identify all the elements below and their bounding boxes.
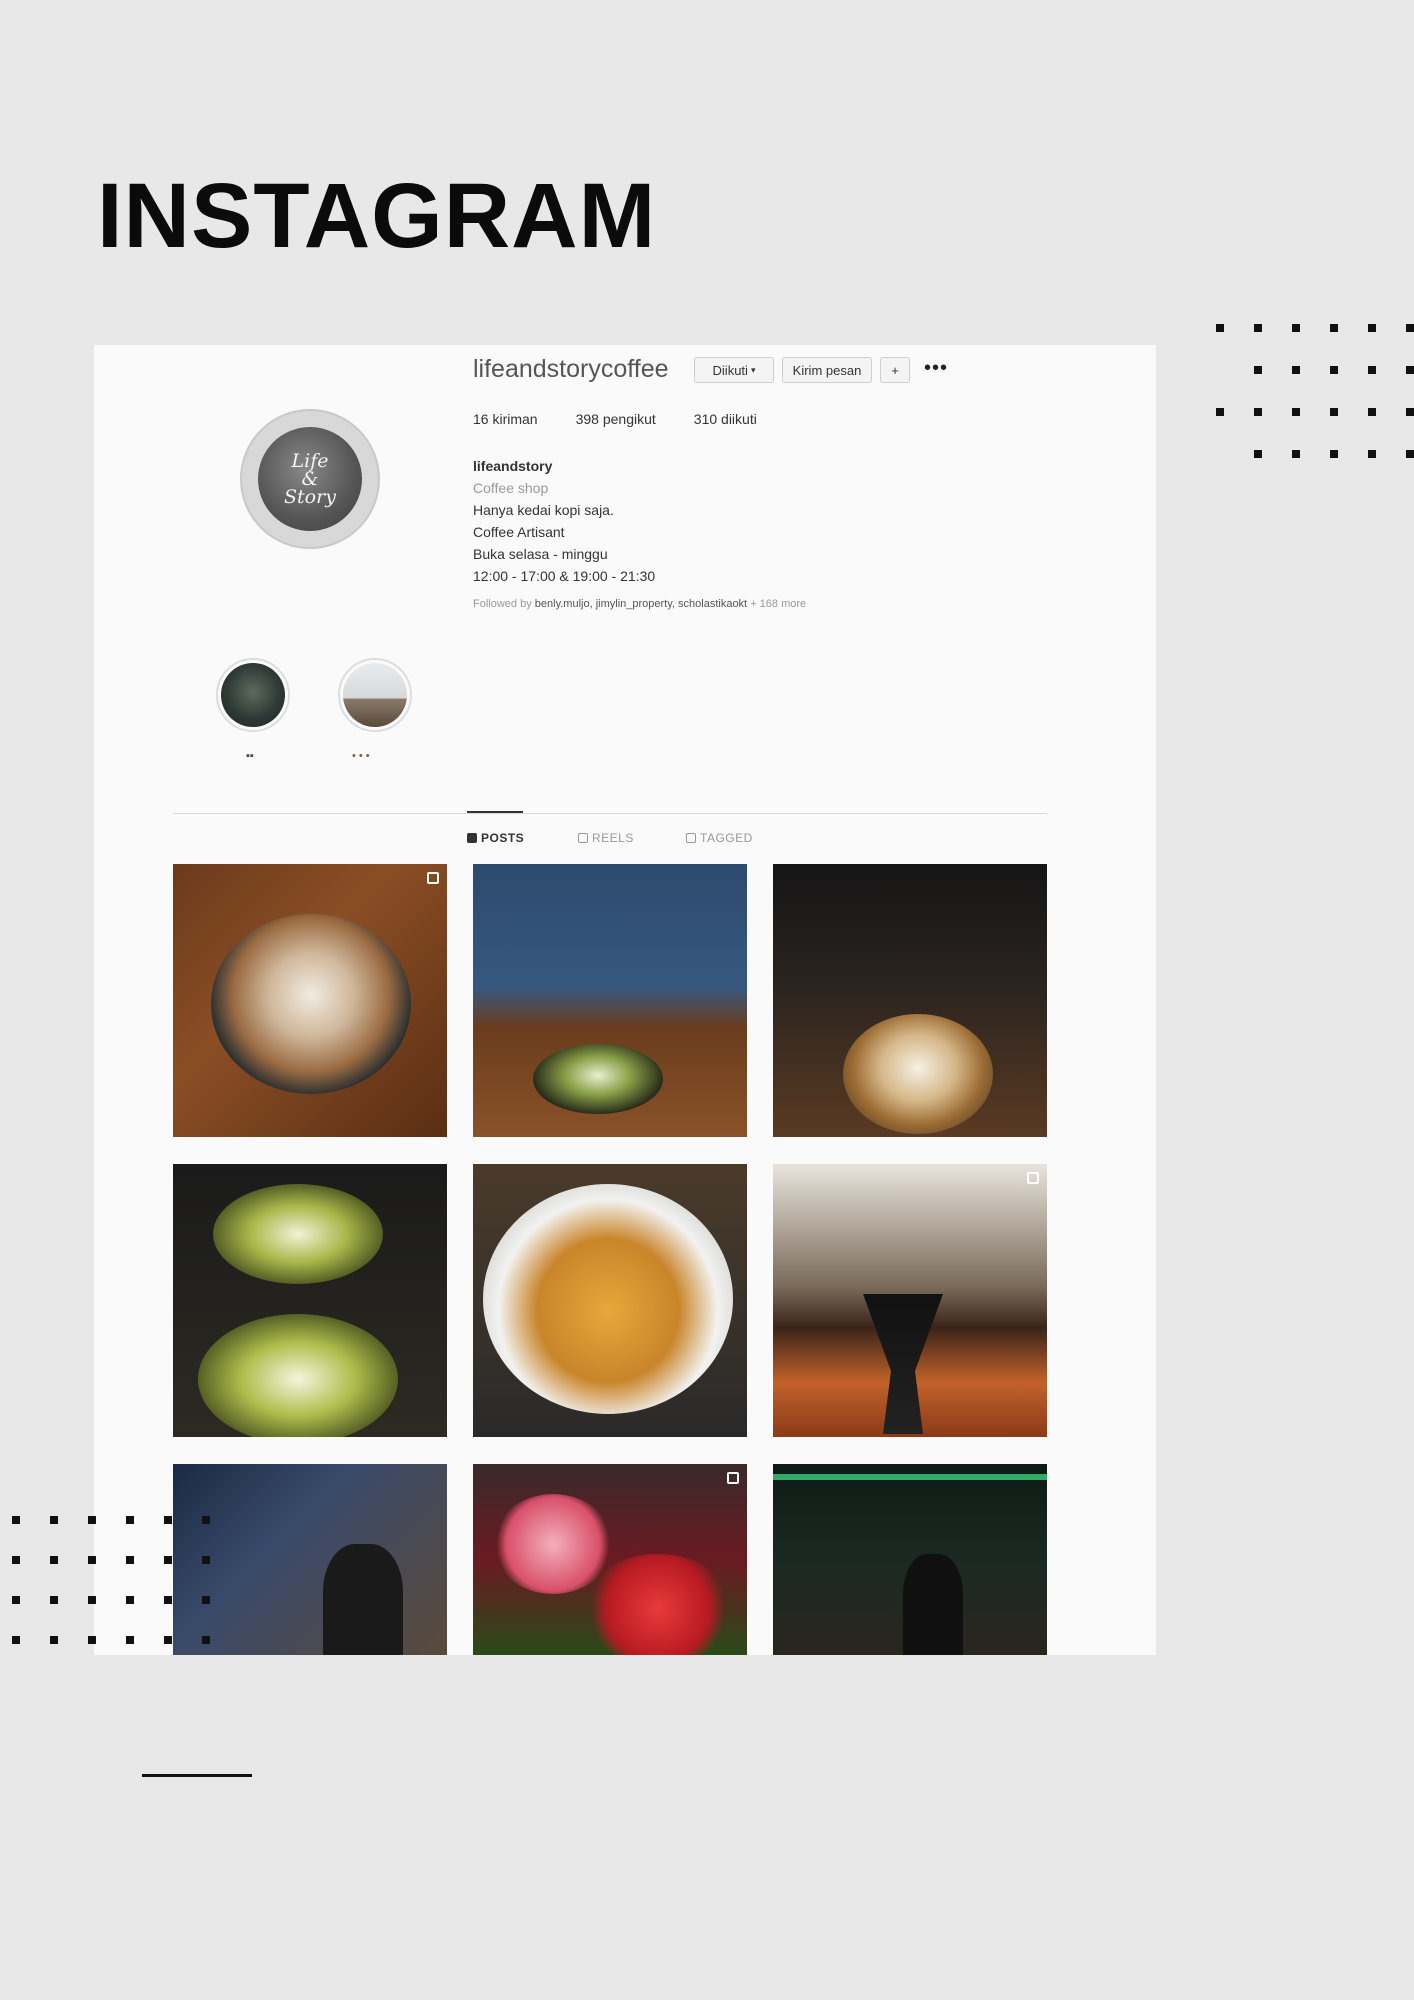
bio-name: lifeandstory: [473, 458, 553, 474]
decorative-dot-grid: [12, 1516, 240, 1644]
post-green-tea-latte-plant[interactable]: [473, 864, 747, 1137]
decorative-dot-grid: [1216, 324, 1414, 458]
tab-label: POSTS: [481, 831, 525, 845]
bio-line: Coffee Artisant: [473, 524, 565, 540]
bio-line: 12:00 - 17:00 & 19:00 - 21:30: [473, 568, 656, 584]
profile-bio: lifeandstory Coffee shop Hanya kedai kop…: [473, 455, 655, 587]
send-message-button[interactable]: Kirim pesan: [782, 357, 872, 383]
highlight-cover: [343, 663, 407, 727]
post-pour-over-dripper[interactable]: [773, 1164, 1047, 1437]
following-count[interactable]: 310 diikuti: [694, 411, 757, 427]
post-barista-at-bar[interactable]: [773, 1464, 1047, 1655]
tab-reels[interactable]: REELS: [578, 831, 634, 845]
post-latte-swan-wood-table[interactable]: [173, 864, 447, 1137]
chevron-down-icon: ▾: [750, 364, 756, 375]
profile-stats: 16 kiriman 398 pengikut 310 diikuti: [473, 411, 757, 427]
bio-category: Coffee shop: [473, 480, 549, 496]
posts-count: 16 kiriman: [473, 411, 538, 427]
profile-username: lifeandstorycoffee: [473, 355, 669, 383]
avatar-logo-text: Story: [284, 486, 336, 509]
followers-count[interactable]: 398 pengikut: [576, 411, 656, 427]
tagged-icon: [686, 833, 696, 843]
post-red-pink-flowers[interactable]: [473, 1464, 747, 1655]
add-person-icon: +: [891, 362, 899, 378]
tab-posts[interactable]: POSTS: [467, 831, 524, 845]
bio-line: Buka selasa - minggu: [473, 546, 608, 562]
post-espresso-pour[interactable]: [473, 1164, 747, 1437]
carousel-icon: [1027, 1172, 1039, 1184]
tab-label: REELS: [592, 831, 634, 845]
tab-label: TAGGED: [700, 831, 753, 845]
instagram-profile-screenshot: Life & Story lifeandstorycoffee Diikuti …: [94, 345, 1156, 1655]
post-two-matcha-lattes[interactable]: [173, 1164, 447, 1437]
followed-by-more: + 168 more: [750, 598, 807, 610]
bio-line: Hanya kedai kopi saja.: [473, 502, 614, 518]
tabs-divider: [173, 813, 1047, 814]
post-latte-swan-dark[interactable]: [773, 864, 1047, 1137]
suggested-users-button[interactable]: +: [880, 357, 910, 383]
more-options-icon[interactable]: •••: [924, 357, 948, 380]
active-tab-indicator: [467, 811, 523, 813]
reels-icon: [578, 833, 588, 843]
story-highlight[interactable]: [338, 658, 412, 732]
avatar-logo: Life & Story: [258, 427, 362, 531]
highlight-label: ▪▪: [246, 750, 254, 762]
tab-tagged[interactable]: TAGGED: [686, 831, 753, 845]
story-highlight[interactable]: [216, 658, 290, 732]
grid-icon: [467, 833, 477, 843]
followed-by[interactable]: Followed by benly.muljo, jimylin_propert…: [473, 598, 806, 610]
carousel-icon: [727, 1472, 739, 1484]
following-button-label: Diikuti: [712, 362, 748, 378]
followed-by-prefix: Followed by: [473, 598, 532, 610]
highlight-label: •••: [352, 750, 373, 762]
following-button[interactable]: Diikuti ▾: [694, 357, 774, 383]
page-title: INSTAGRAM: [97, 165, 657, 267]
profile-avatar[interactable]: Life & Story: [240, 409, 380, 549]
highlight-cover: [221, 663, 285, 727]
followed-by-names: benly.muljo, jimylin_property, scholasti…: [534, 598, 748, 610]
carousel-icon: [427, 872, 439, 884]
decorative-line: [142, 1774, 252, 1777]
